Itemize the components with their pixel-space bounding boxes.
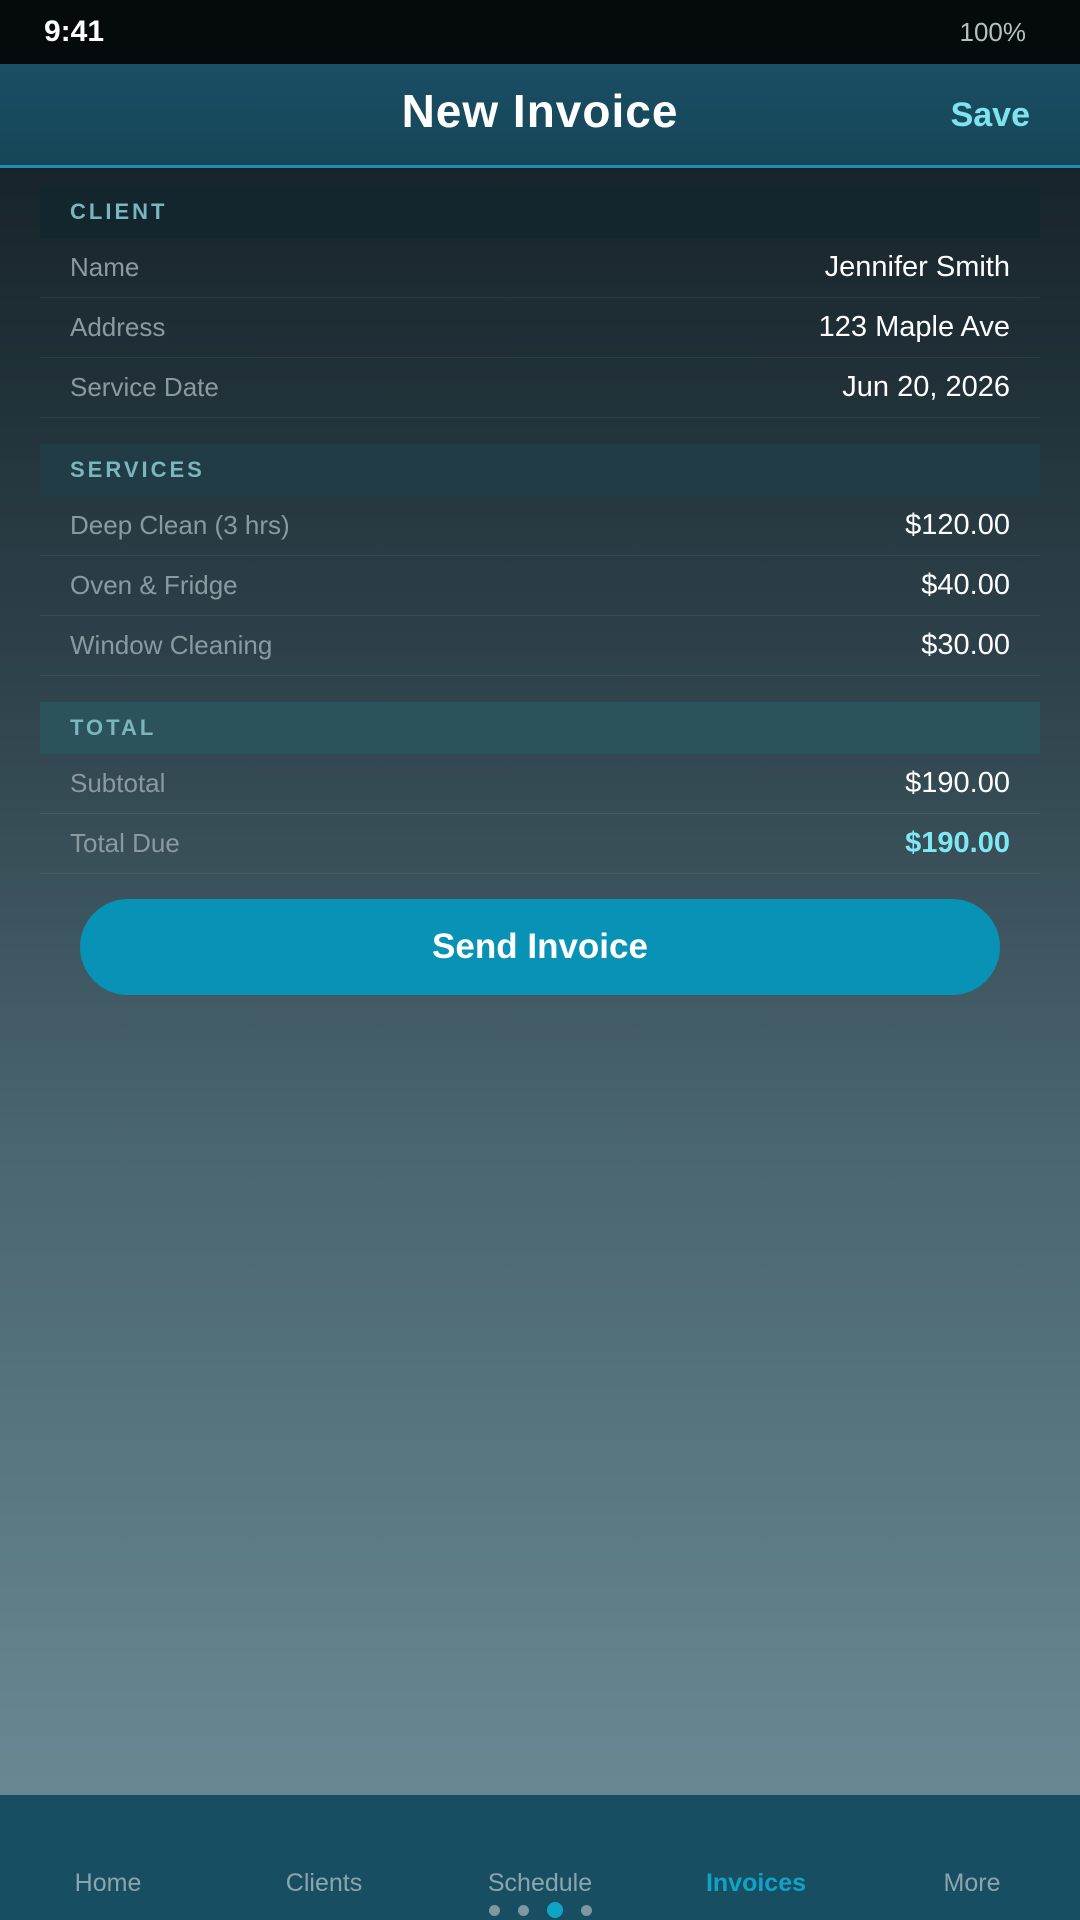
row-label: Name (70, 252, 140, 282)
page-dot-active (546, 1902, 563, 1918)
section-header-services: SERVICES (40, 444, 1040, 496)
total-due-value: $190.00 (905, 827, 1010, 859)
tab-clients[interactable]: Clients (216, 1869, 432, 1898)
page-dot (488, 1904, 500, 1916)
service-price: $40.00 (921, 569, 1010, 601)
service-row[interactable]: Oven & Fridge $40.00 (40, 556, 1040, 616)
row-label: Total Due (70, 828, 180, 858)
client-name-value: Jennifer Smith (824, 251, 1010, 283)
page-dot (517, 1904, 529, 1916)
save-button[interactable]: Save (951, 96, 1030, 135)
service-date-row[interactable]: Service Date Jun 20, 2026 (40, 358, 1040, 418)
service-label: Deep Clean (3 hrs) (70, 510, 290, 540)
page-dot (580, 1904, 592, 1916)
total-section: TOTAL Subtotal $190.00 Total Due $190.00 (40, 702, 1040, 874)
subtotal-row: Subtotal $190.00 (40, 754, 1040, 814)
tab-invoices[interactable]: Invoices (648, 1869, 864, 1898)
nav-header: New Invoice Save (0, 64, 1080, 168)
invoice-form: CLIENT Name Jennifer Smith Address 123 M… (40, 186, 1040, 900)
service-label: Oven & Fridge (70, 570, 238, 600)
subtotal-value: $190.00 (905, 767, 1010, 799)
service-price: $120.00 (905, 509, 1010, 541)
services-section: SERVICES Deep Clean (3 hrs) $120.00 Oven… (40, 444, 1040, 676)
service-date-value: Jun 20, 2026 (842, 371, 1010, 403)
service-row[interactable]: Window Cleaning $30.00 (40, 616, 1040, 676)
section-header-total: TOTAL (40, 702, 1040, 754)
row-label: Service Date (70, 372, 219, 402)
client-section: CLIENT Name Jennifer Smith Address 123 M… (40, 186, 1040, 418)
tab-more[interactable]: More (864, 1869, 1080, 1898)
status-bar: 9:41 100% (0, 0, 1080, 64)
client-address-value: 123 Maple Ave (818, 311, 1010, 343)
client-address-row[interactable]: Address 123 Maple Ave (40, 298, 1040, 358)
page-indicator (0, 1901, 1080, 1919)
total-due-row: Total Due $190.00 (40, 814, 1040, 874)
battery-level: 100% (959, 16, 1027, 47)
status-time: 9:41 (44, 15, 105, 48)
tab-home[interactable]: Home (0, 1869, 216, 1898)
tab-schedule[interactable]: Schedule (432, 1869, 648, 1898)
service-label: Window Cleaning (70, 630, 273, 660)
section-header-client: CLIENT (40, 186, 1040, 238)
service-row[interactable]: Deep Clean (3 hrs) $120.00 (40, 496, 1040, 556)
page-title: New Invoice (401, 85, 679, 137)
client-name-row[interactable]: Name Jennifer Smith (40, 238, 1040, 298)
row-label: Address (70, 312, 166, 342)
row-label: Subtotal (70, 768, 166, 798)
service-price: $30.00 (921, 629, 1010, 661)
send-invoice-button[interactable]: Send Invoice (80, 899, 1000, 995)
